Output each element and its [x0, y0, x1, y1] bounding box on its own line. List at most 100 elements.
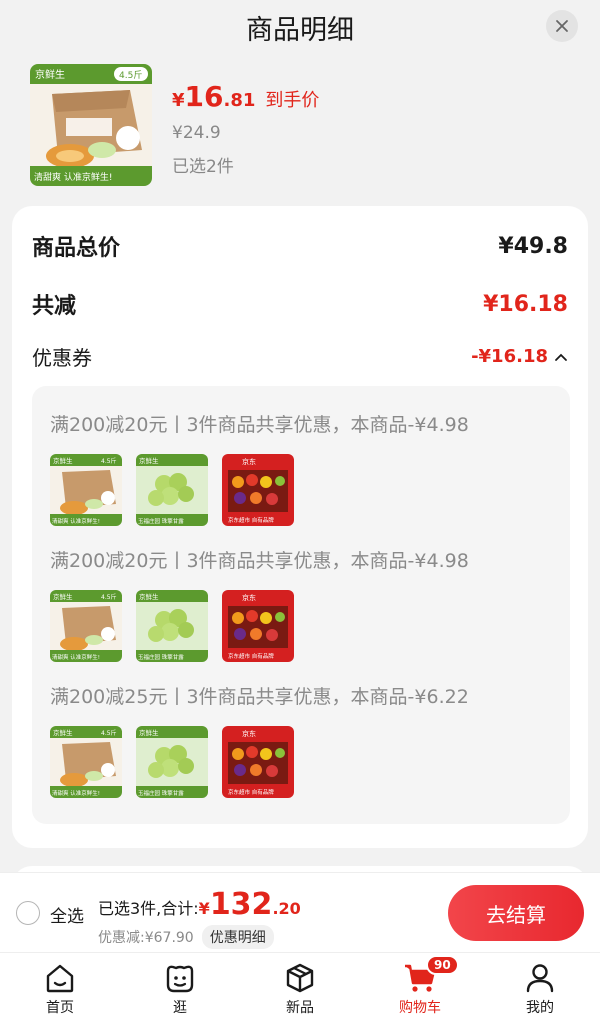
sheet-header: 商品明细	[0, 0, 600, 56]
profile-icon	[526, 964, 554, 993]
tab-label: 购物车	[399, 1000, 441, 1016]
svg-text:4.5斤: 4.5斤	[101, 729, 117, 737]
svg-text:京东超市 自有品牌: 京东超市 自有品牌	[228, 652, 274, 660]
melon-box-image: 京鲜生 4.5斤 清甜爽 认准京鲜生!	[50, 454, 122, 526]
page-title: 商品明细	[246, 15, 354, 46]
svg-text:清甜爽 认准京鲜生!: 清甜爽 认准京鲜生!	[34, 171, 112, 183]
cart-count-badge: 90	[426, 955, 459, 975]
svg-text:京鲜生: 京鲜生	[139, 592, 159, 601]
svg-text:京鲜生: 京鲜生	[53, 728, 73, 737]
tab-label: 首页	[46, 1000, 74, 1016]
tab-label: 逛	[173, 1000, 187, 1016]
price-detail-card: 商品总价 ¥49.8 共减 ¥16.18 优惠券 -¥16.18 满200减20…	[12, 206, 588, 848]
svg-text:4.5斤: 4.5斤	[119, 70, 142, 81]
coupon-value-group[interactable]: -¥16.18	[471, 346, 568, 367]
grape-image: 京鲜生 玉福庄园 珠擎甘露	[136, 454, 208, 526]
svg-text:京东超市 自有品牌: 京东超市 自有品牌	[228, 788, 274, 796]
tab-explore[interactable]: 逛	[120, 953, 240, 1028]
original-price: ¥24.9	[172, 123, 221, 143]
melon-box-image: 京鲜生 4.5斤 清甜爽 认准京鲜生!	[50, 726, 122, 798]
svg-text:玉福庄园 珠擎甘露: 玉福庄园 珠擎甘露	[138, 789, 184, 797]
tab-cart[interactable]: 90 购物车	[360, 953, 480, 1028]
coupon-item-products: 京鲜生 4.5斤 清甜爽 认准京鲜生! 京鲜生 玉福庄园 珠擎甘露 京东 京东超…	[50, 590, 294, 662]
svg-text:京东: 京东	[242, 457, 256, 466]
coupon-list: 满200减20元丨3件商品共享优惠，本商品-¥4.98 京鲜生 4.5斤 清甜爽…	[32, 386, 570, 824]
reduce-row: 共减 ¥16.18	[32, 288, 568, 320]
coupon-value: -¥16.18	[471, 346, 548, 367]
reduce-value: ¥16.18	[483, 291, 568, 317]
coupon-product-melon[interactable]: 京鲜生 4.5斤 清甜爽 认准京鲜生!	[50, 454, 122, 526]
fruit-gift-box-image: 京东 京东超市 自有品牌	[222, 590, 294, 662]
tab-label: 新品	[286, 1000, 314, 1016]
fruit-gift-box-image: 京东 京东超市 自有品牌	[222, 726, 294, 798]
close-button[interactable]	[546, 10, 578, 42]
explore-icon	[166, 965, 194, 993]
svg-text:京东: 京东	[242, 729, 256, 738]
coupon-label: 优惠券	[32, 346, 92, 370]
grape-image: 京鲜生 玉福庄园 珠擎甘露	[136, 590, 208, 662]
checkout-bar: 全选 已选3件,合计: ¥ 132 .20 优惠减:¥67.90 优惠明细 去结…	[0, 872, 600, 952]
summary-text: 已选3件,合计:	[98, 899, 199, 918]
svg-text:清甜爽 认准京鲜生!: 清甜爽 认准京鲜生!	[52, 517, 100, 525]
close-icon	[556, 20, 568, 32]
discount-line: 优惠减:¥67.90 优惠明细	[98, 925, 274, 949]
coupon-product-gift-box[interactable]: 京东 京东超市 自有品牌	[222, 726, 294, 798]
discount-text: 优惠减:¥67.90	[98, 930, 194, 946]
grape-image: 京鲜生 玉福庄园 珠擎甘露	[136, 726, 208, 798]
checkout-button[interactable]: 去结算	[448, 885, 584, 941]
product-info: ¥ 16 .81 到手价 ¥24.9 已选2件	[172, 80, 319, 177]
svg-text:清甜爽 认准京鲜生!: 清甜爽 认准京鲜生!	[52, 789, 100, 797]
selected-count: 已选2件	[172, 157, 234, 177]
svg-text:4.5斤: 4.5斤	[101, 457, 117, 465]
reduce-label: 共减	[32, 294, 77, 319]
tab-profile[interactable]: 我的	[480, 953, 600, 1028]
home-icon	[46, 964, 74, 993]
coupon-product-grape[interactable]: 京鲜生 玉福庄园 珠擎甘露	[136, 454, 208, 526]
coupon-product-melon[interactable]: 京鲜生 4.5斤 清甜爽 认准京鲜生!	[50, 726, 122, 798]
svg-text:玉福庄园 珠擎甘露: 玉福庄园 珠擎甘露	[138, 653, 184, 661]
total-symbol: ¥	[198, 899, 210, 918]
price-integer: 16	[184, 80, 224, 113]
svg-text:京东: 京东	[242, 593, 256, 602]
tab-new[interactable]: 新品	[240, 953, 360, 1028]
coupon-product-gift-box[interactable]: 京东 京东超市 自有品牌	[222, 454, 294, 526]
svg-text:京东超市 自有品牌: 京东超市 自有品牌	[228, 516, 274, 524]
chevron-up-icon	[555, 353, 567, 361]
coupon-row[interactable]: 优惠券 -¥16.18	[32, 342, 568, 371]
new-product-icon	[286, 963, 314, 993]
tab-label: 我的	[526, 1000, 554, 1016]
select-all-label[interactable]: 全选	[50, 902, 84, 927]
coupon-product-grape[interactable]: 京鲜生 玉福庄园 珠擎甘露	[136, 726, 208, 798]
total-row: 商品总价 ¥49.8	[32, 230, 568, 262]
product-summary: 京鲜生 4.5斤 清甜爽 认准京鲜生! ¥ 16 .81 到手价 ¥24.9 已…	[30, 64, 570, 188]
svg-text:清甜爽 认准京鲜生!: 清甜爽 认准京鲜生!	[52, 653, 100, 661]
total-decimal: .20	[272, 899, 301, 918]
svg-text:京鲜生: 京鲜生	[35, 68, 65, 81]
total-label: 商品总价	[32, 236, 121, 261]
product-thumbnail[interactable]: 京鲜生 4.5斤 清甜爽 认准京鲜生!	[30, 64, 152, 186]
select-all-radio[interactable]	[16, 901, 40, 925]
melon-box-image: 京鲜生 4.5斤 清甜爽 认准京鲜生!	[50, 590, 122, 662]
coupon-item-text: 满200减25元丨3件商品共享优惠，本商品-¥6.22	[50, 686, 469, 708]
coupon-item-products: 京鲜生 4.5斤 清甜爽 认准京鲜生! 京鲜生 玉福庄园 珠擎甘露 京东 京东超…	[50, 726, 294, 798]
coupon-item-text: 满200减20元丨3件商品共享优惠，本商品-¥4.98	[50, 414, 469, 436]
price-tag-label: 到手价	[265, 90, 320, 111]
svg-text:京鲜生: 京鲜生	[139, 728, 159, 737]
coupon-product-gift-box[interactable]: 京东 京东超市 自有品牌	[222, 590, 294, 662]
price-decimal: .81	[223, 90, 256, 111]
fruit-gift-box-image: 京东 京东超市 自有品牌	[222, 454, 294, 526]
svg-text:玉福庄园 珠擎甘露: 玉福庄园 珠擎甘露	[138, 517, 184, 525]
coupon-product-grape[interactable]: 京鲜生 玉福庄园 珠擎甘露	[136, 590, 208, 662]
product-detail-sheet: 商品明细 京鲜生 4.5斤 清甜爽 认准京鲜生! ¥ 16 .81 到手价 ¥2…	[0, 0, 600, 1028]
total-integer: 132	[209, 887, 273, 922]
tab-home[interactable]: 首页	[0, 953, 120, 1028]
melon-box-image: 京鲜生 4.5斤 清甜爽 认准京鲜生!	[30, 64, 152, 186]
coupon-item-text: 满200减20元丨3件商品共享优惠，本商品-¥4.98	[50, 550, 469, 572]
checkout-summary: 已选3件,合计: ¥ 132 .20	[98, 887, 301, 922]
coupon-product-melon[interactable]: 京鲜生 4.5斤 清甜爽 认准京鲜生!	[50, 590, 122, 662]
total-value: ¥49.8	[498, 233, 568, 259]
svg-text:京鲜生: 京鲜生	[139, 456, 159, 465]
bottom-tab-bar: 首页 逛 新品 90 购物车 我的	[0, 952, 600, 1028]
svg-text:4.5斤: 4.5斤	[101, 593, 117, 601]
discount-detail-button[interactable]: 优惠明细	[201, 925, 274, 949]
